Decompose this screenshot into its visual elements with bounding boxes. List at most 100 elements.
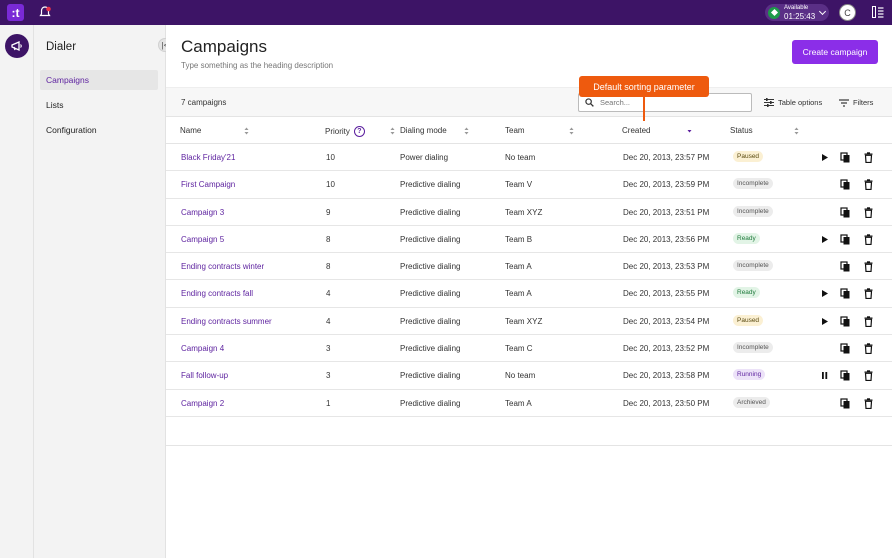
status-badge: Paused bbox=[733, 314, 764, 326]
pause-icon[interactable] bbox=[819, 370, 830, 381]
app-rail bbox=[0, 25, 34, 558]
table-header: Name Priority ? Dialing mode Team Create… bbox=[166, 117, 892, 144]
campaign-name-link[interactable]: Ending contracts summer bbox=[181, 317, 272, 326]
duplicate-icon[interactable] bbox=[840, 179, 851, 190]
table-row[interactable]: Campaign 2 1 Predictive dialing Team A Dec 2… bbox=[166, 390, 892, 417]
campaign-name-link[interactable]: Campaign 4 bbox=[181, 344, 224, 353]
table-row[interactable]: Ending contracts summer 4 Predictive diali… bbox=[166, 308, 892, 336]
column-header-team[interactable]: Team bbox=[505, 126, 525, 135]
duplicate-icon[interactable] bbox=[840, 316, 851, 327]
status-badge: Incomplete bbox=[733, 178, 773, 190]
notification-bell-icon[interactable] bbox=[38, 5, 52, 19]
created-cell: Dec 20, 2013, 23:50 PM bbox=[623, 398, 710, 408]
team-cell: Team A bbox=[505, 398, 532, 408]
created-cell: Dec 20, 2013, 23:59 PM bbox=[623, 180, 710, 190]
table-row[interactable]: Campaign 5 8 Predictive dialing Team B Dec 2… bbox=[166, 226, 892, 254]
sort-icon[interactable] bbox=[390, 127, 395, 135]
app-logo[interactable]: :t bbox=[7, 4, 24, 21]
table-options-label: Table options bbox=[778, 98, 823, 107]
user-avatar[interactable]: C bbox=[839, 4, 856, 21]
created-cell: Dec 20, 2013, 23:51 PM bbox=[623, 207, 710, 217]
play-icon[interactable] bbox=[819, 316, 830, 327]
created-cell: Dec 20, 2013, 23:57 PM bbox=[623, 153, 710, 162]
dialing-mode-cell: Predictive dialing bbox=[400, 207, 461, 217]
column-header-dialing-mode[interactable]: Dialing mode bbox=[400, 126, 447, 135]
table-row[interactable]: Ending contracts winter 8 Predictive diali… bbox=[166, 253, 892, 281]
delete-icon[interactable] bbox=[863, 234, 874, 245]
table-options-button[interactable]: Table options bbox=[764, 98, 822, 107]
priority-cell: 3 bbox=[326, 371, 331, 381]
availability-status-dropdown[interactable]: Available 01:25:43 bbox=[765, 4, 829, 21]
campaign-name-link[interactable]: Campaign 5 bbox=[181, 235, 224, 244]
priority-cell: 8 bbox=[326, 234, 331, 244]
sort-icon[interactable] bbox=[244, 127, 249, 135]
play-icon[interactable] bbox=[819, 152, 830, 163]
dialing-mode-cell: Predictive dialing bbox=[400, 234, 461, 244]
duplicate-icon[interactable] bbox=[840, 206, 851, 218]
created-cell: Dec 20, 2013, 23:55 PM bbox=[623, 289, 710, 299]
delete-icon[interactable] bbox=[863, 152, 874, 163]
duplicate-icon[interactable] bbox=[840, 261, 851, 272]
delete-icon[interactable] bbox=[863, 316, 874, 327]
table-toolbar: 7 campaigns Table options bbox=[166, 87, 892, 117]
page-title: Campaigns bbox=[181, 37, 267, 56]
campaign-name-link[interactable]: Campaign 3 bbox=[181, 208, 224, 217]
status-badge: Ready bbox=[733, 232, 760, 244]
duplicate-icon[interactable] bbox=[840, 370, 851, 381]
search-input[interactable] bbox=[600, 98, 740, 107]
table-row[interactable]: First Campaign 10 Predictive dialing Team V… bbox=[166, 171, 892, 199]
delete-icon[interactable] bbox=[863, 206, 874, 218]
duplicate-icon[interactable] bbox=[840, 343, 851, 354]
campaign-count: 7 campaigns bbox=[181, 98, 227, 107]
campaign-name-link[interactable]: Fall follow-up bbox=[181, 371, 228, 380]
sort-icon[interactable] bbox=[464, 127, 469, 135]
table-row[interactable]: Fall follow-up 3 Predictive dialing No team… bbox=[166, 362, 892, 390]
campaign-name-link[interactable]: First Campaign bbox=[181, 180, 235, 189]
campaign-name-link[interactable]: Ending contracts winter bbox=[181, 262, 264, 271]
play-icon[interactable] bbox=[819, 234, 830, 245]
duplicate-icon[interactable] bbox=[840, 152, 851, 163]
status-badge: Incomplete bbox=[733, 342, 773, 354]
duplicate-icon[interactable] bbox=[840, 234, 851, 245]
table-row[interactable]: Campaign 3 9 Predictive dialing Team XYZ Dec… bbox=[166, 199, 892, 226]
help-icon[interactable]: ? bbox=[353, 126, 365, 137]
sidebar-item-configuration[interactable]: Configuration bbox=[40, 120, 158, 140]
sort-icon[interactable] bbox=[794, 127, 799, 135]
priority-cell: 4 bbox=[326, 316, 331, 326]
status-badge: Running bbox=[733, 369, 766, 381]
delete-icon[interactable] bbox=[863, 288, 874, 300]
delete-icon[interactable] bbox=[863, 370, 874, 382]
column-header-created[interactable]: Created bbox=[622, 126, 650, 135]
filters-button[interactable]: Filters bbox=[839, 98, 873, 107]
duplicate-icon[interactable] bbox=[840, 288, 851, 299]
column-header-name[interactable]: Name bbox=[180, 126, 201, 135]
table-row[interactable]: Black Friday'21 10 Power dialing No team Dec… bbox=[166, 144, 892, 172]
duplicate-icon[interactable] bbox=[840, 398, 851, 409]
priority-cell: 8 bbox=[326, 262, 331, 272]
campaign-name-link[interactable]: Black Friday'21 bbox=[181, 153, 235, 162]
sidebar-item-campaigns[interactable]: Campaigns bbox=[40, 70, 158, 90]
table-row[interactable]: Ending contracts fall 4 Predictive dialing… bbox=[166, 280, 892, 308]
campaign-name-link[interactable]: Campaign 2 bbox=[181, 399, 224, 408]
team-cell: Team A bbox=[505, 262, 532, 272]
table-row[interactable]: Campaign 4 3 Predictive dialing Team C Dec 2… bbox=[166, 335, 892, 363]
priority-cell: 1 bbox=[326, 398, 331, 408]
sort-descending-icon[interactable] bbox=[687, 127, 692, 135]
side-panel-icon[interactable] bbox=[872, 6, 884, 18]
sidebar-item-lists[interactable]: Lists bbox=[40, 95, 158, 115]
campaign-name-link[interactable]: Ending contracts fall bbox=[181, 289, 253, 298]
dialer-app-button[interactable] bbox=[5, 34, 29, 58]
play-icon[interactable] bbox=[819, 288, 830, 299]
delete-icon[interactable] bbox=[863, 179, 874, 191]
delete-icon[interactable] bbox=[863, 397, 874, 409]
column-header-priority[interactable]: Priority ? bbox=[325, 126, 365, 137]
column-header-status[interactable]: Status bbox=[730, 126, 753, 135]
sort-icon[interactable] bbox=[569, 127, 574, 135]
create-campaign-button[interactable]: Create campaign bbox=[792, 40, 878, 64]
delete-icon[interactable] bbox=[863, 343, 874, 355]
status-badge: Paused bbox=[733, 151, 764, 162]
dialing-mode-cell: Predictive dialing bbox=[400, 371, 461, 381]
sidebar-title: Dialer bbox=[46, 41, 77, 53]
team-cell: No team bbox=[505, 371, 536, 381]
delete-icon[interactable] bbox=[863, 261, 874, 273]
